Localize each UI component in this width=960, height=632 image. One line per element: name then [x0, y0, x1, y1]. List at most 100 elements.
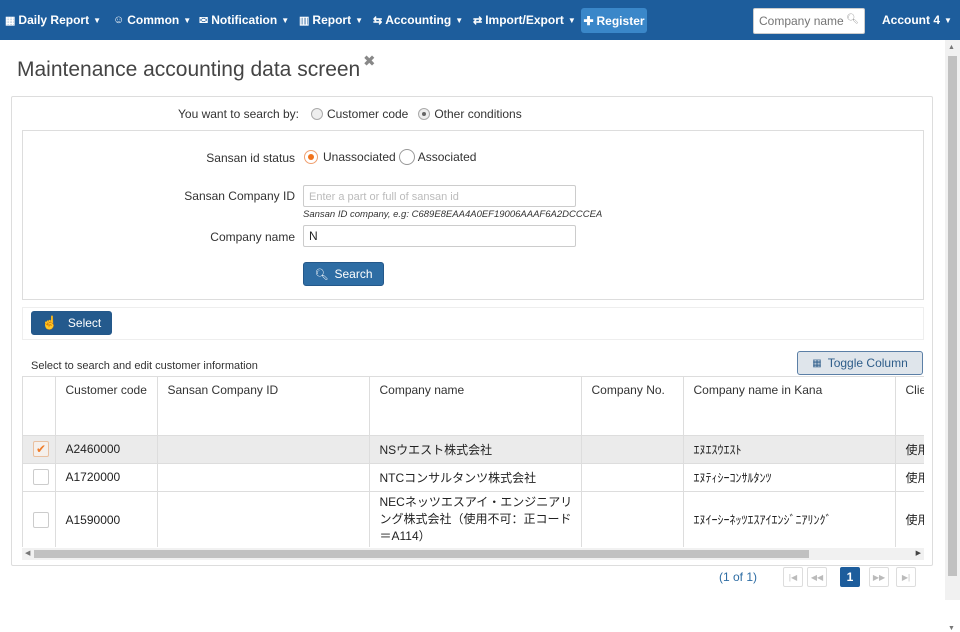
table-row[interactable]: A1590000 NECネッツエスアイ・エンジニアリング株式会社（使用不可：正コ… [23, 491, 924, 547]
caret-down-icon: ▼ [944, 15, 952, 25]
column-header-customer-code[interactable]: Customer code [55, 377, 158, 436]
prev-page-icon: ◀◀ [810, 572, 824, 582]
table-caption: Select to search and edit customer infor… [31, 360, 258, 372]
sansan-status-label: Sansan id status [206, 151, 295, 165]
table-horizontal-scrollbar[interactable]: ◀ ▶ [22, 548, 924, 560]
next-page-icon: ▶▶ [872, 572, 886, 582]
table-header-row: Customer code Sansan Company ID Company … [23, 377, 924, 436]
nav-report-label: Report [312, 13, 352, 27]
prev-page-button[interactable]: ◀◀ [807, 567, 827, 587]
users-icon: ☺ [113, 14, 125, 26]
company-search-input[interactable] [754, 9, 849, 33]
nav-daily-report-label: Daily Report [18, 13, 90, 27]
row-checkbox-cell: ✔ [23, 435, 56, 464]
caret-down-icon: ▼ [183, 15, 192, 25]
pagination-summary: (1 of 1) [719, 570, 758, 584]
last-page-button[interactable]: ▶| [896, 567, 916, 587]
radio-unassociated-label: Unassociated [323, 150, 396, 164]
nav-notification-label: Notification [211, 13, 278, 27]
row-checkbox-checked[interactable]: ✔ [33, 441, 49, 457]
radio-associated-label: Associated [417, 150, 477, 164]
table-row[interactable]: ✔ A2460000 NSウエスト株式会社 ｴﾇｴｽｳｴｽﾄ 使用 [23, 435, 924, 464]
column-header-company-name[interactable]: Company name [369, 377, 582, 436]
customer-table: Customer code Sansan Company ID Company … [23, 377, 924, 547]
radio-unassociated[interactable] [304, 150, 318, 164]
select-toolbar [22, 307, 924, 340]
search-button[interactable]: 🔍︎ Search [303, 262, 384, 286]
current-page-button[interactable]: 1 [840, 567, 860, 587]
sansan-id-field [303, 185, 576, 207]
column-header-sansan-id[interactable]: Sansan Company ID [157, 377, 370, 436]
nav-accounting[interactable]: ⇆ Accounting ▼ [373, 0, 463, 40]
row-checkbox[interactable] [33, 469, 49, 485]
horizontal-scroll-thumb[interactable] [34, 550, 809, 558]
radio-associated[interactable] [398, 149, 415, 165]
account-menu[interactable]: Account 4 ▼ [882, 0, 952, 40]
column-header-company-no[interactable]: Company No. [581, 377, 684, 436]
toggle-column-button[interactable]: ▦ Toggle Column [797, 351, 923, 375]
page-vertical-scrollbar[interactable]: ▲ ▼ [945, 40, 960, 632]
nav-report[interactable]: ▥ Report ▼ [299, 0, 363, 40]
register-label: Register [596, 13, 645, 28]
cell-company-name: NECネッツエスアイ・エンジニアリング株式会社（使用不可：正コード＝A114） [369, 491, 582, 547]
cell-client: 使用 [895, 463, 924, 492]
select-button[interactable]: ☝ Select [31, 311, 112, 335]
sansan-id-input[interactable] [304, 186, 575, 206]
caret-down-icon: ▼ [281, 15, 290, 25]
nav-daily-report[interactable]: ▦ Daily Report ▼ [5, 0, 101, 40]
cell-customer-code: A2460000 [55, 435, 158, 464]
table-row[interactable]: A1720000 NTCコンサルタンツ株式会社 ｴﾇﾃｨｼｰｺﾝｻﾙﾀﾝﾂ 使用 [23, 463, 924, 492]
company-name-field [303, 225, 576, 247]
cell-sansan-id [157, 491, 370, 547]
caret-down-icon: ▼ [93, 15, 102, 25]
caret-down-icon: ▼ [355, 15, 363, 25]
next-page-button[interactable]: ▶▶ [869, 567, 889, 587]
company-name-input[interactable] [304, 226, 575, 246]
close-icon[interactable]: ✖ [363, 52, 376, 70]
column-header-select [23, 377, 56, 436]
columns-icon: ▦ [812, 357, 822, 369]
scroll-up-arrow-icon[interactable]: ▲ [948, 44, 955, 51]
column-header-client[interactable]: Clie [895, 377, 924, 436]
scroll-left-arrow-icon[interactable]: ◀ [25, 549, 30, 557]
register-button[interactable]: ✚ Register [581, 8, 647, 33]
account-label: Account 4 [882, 13, 941, 27]
scroll-right-arrow-icon[interactable]: ▶ [916, 549, 921, 557]
radio-other-conditions[interactable] [418, 108, 431, 120]
cell-company-no [581, 463, 684, 492]
scroll-down-arrow-icon[interactable]: ▼ [948, 625, 955, 632]
hand-pointer-icon: ☝ [41, 315, 58, 330]
nav-accounting-label: Accounting [385, 13, 452, 27]
company-name-label: Company name [210, 230, 295, 244]
column-header-company-kana[interactable]: Company name in Kana [683, 377, 896, 436]
cell-client: 使用 [895, 491, 924, 547]
plus-icon: ✚ [583, 13, 594, 28]
cell-customer-code: A1720000 [55, 463, 158, 492]
bar-chart-icon: ▥ [299, 14, 310, 27]
cell-company-kana: ｴﾇｲｰｼｰﾈｯﾂｴｽｱｲｴﾝｼﾞﾆｱﾘﾝｸﾞ [683, 491, 896, 547]
cell-company-name: NTCコンサルタンツ株式会社 [369, 463, 582, 492]
row-checkbox[interactable] [33, 511, 49, 528]
cell-customer-code: A1590000 [55, 491, 158, 547]
row-checkbox-cell [23, 463, 56, 492]
first-page-button[interactable]: |◀ [783, 567, 803, 587]
cell-sansan-id [157, 463, 370, 492]
radio-customer-code[interactable] [310, 108, 323, 120]
search-icon[interactable]: 🔍︎ [846, 14, 859, 25]
vertical-scroll-thumb[interactable] [948, 56, 957, 576]
radio-other-conditions-label: Other conditions [434, 107, 522, 121]
calendar-icon: ▦ [5, 14, 16, 27]
nav-import-export[interactable]: ⇄ Import/Export ▼ [473, 0, 576, 40]
nav-import-export-label: Import/Export [485, 13, 564, 27]
cell-company-no [581, 435, 684, 464]
nav-notification[interactable]: ✉ Notification ▼ [199, 0, 289, 40]
last-page-icon: ▶| [901, 572, 911, 582]
envelope-icon: ✉ [199, 14, 209, 27]
nav-common[interactable]: ☺ Common ▼ [113, 0, 191, 40]
cell-company-kana: ｴﾇﾃｨｼｰｺﾝｻﾙﾀﾝﾂ [683, 463, 896, 492]
caret-down-icon: ▼ [567, 15, 576, 25]
search-button-label: Search [334, 267, 373, 281]
search-by-row: You want to search by: Customer code Oth… [178, 107, 522, 121]
row-checkbox-cell [23, 491, 56, 547]
select-button-label: Select [67, 316, 102, 330]
